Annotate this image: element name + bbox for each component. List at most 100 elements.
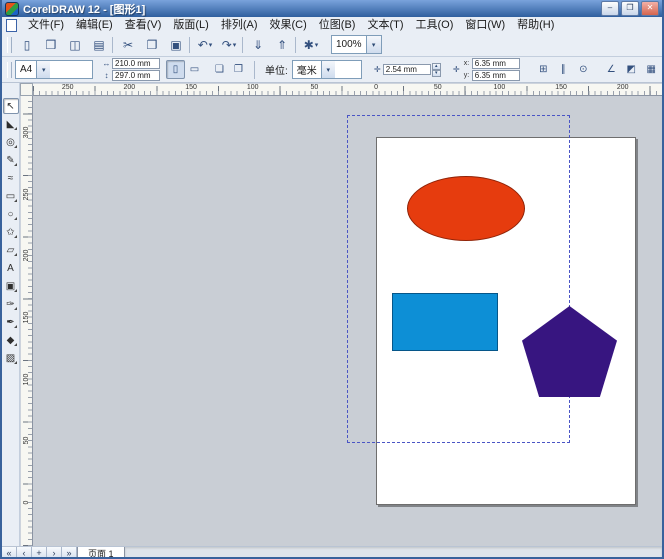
redo-button[interactable]: ↷ ▾ [218, 34, 243, 56]
duplicate-x-field[interactable]: 6.35 mm [471, 58, 520, 69]
maximize-button[interactable]: ❐ [621, 1, 639, 16]
undo-button[interactable]: ↶ ▾ [194, 34, 216, 56]
menu-item[interactable]: 编辑(E) [70, 18, 119, 33]
close-button[interactable]: ✕ [641, 1, 659, 16]
window-title: CorelDRAW 12 - [图形1] [23, 3, 146, 16]
snap-to-objects-button[interactable]: ⊙ [574, 60, 593, 79]
page-tab[interactable]: 页面 1 [77, 547, 125, 557]
snap-to-objects-icon: ⊙ [579, 64, 588, 75]
dropdown-arrow-icon[interactable]: ▾ [315, 41, 319, 49]
coreldraw-window: CorelDRAW 12 - [图形1] – ❐ ✕ 文件(F) 编辑(E) 查看(V)… [0, 0, 664, 559]
eyedropper-tool[interactable]: ✑ [3, 296, 19, 312]
menu-item[interactable]: 排列(A) [215, 18, 264, 33]
first-page-button[interactable]: « [2, 547, 17, 557]
open-document-button[interactable]: ❒ [40, 34, 62, 56]
export-button[interactable]: ⇑ [271, 34, 296, 56]
rectangle-shape[interactable] [392, 293, 498, 351]
chevron-down-icon[interactable]: ▾ [36, 61, 51, 78]
menu-item[interactable]: 效果(C) [264, 18, 313, 33]
ruler-origin[interactable] [20, 83, 33, 96]
titlebar[interactable]: CorelDRAW 12 - [图形1] – ❐ ✕ [2, 0, 662, 17]
snap-buttons-group: ⊞ ∥ ⊙ ∠ ◩ ▦ [534, 60, 661, 79]
menu-item[interactable]: 文本(T) [361, 18, 409, 33]
rectangle-tool[interactable]: ▭ [3, 188, 19, 204]
ruler-label: 0 [23, 500, 30, 505]
copy-button[interactable]: ❐ [141, 34, 163, 56]
paper-width-field[interactable]: 210.0 mm [112, 58, 160, 69]
nudge-offset-field[interactable]: 2.54 mm [382, 64, 431, 75]
snap-to-guidelines-button[interactable]: ∥ [554, 60, 573, 79]
fill-tool[interactable]: ◆ [3, 332, 19, 348]
application-launcher-button[interactable]: ✱ ▾ [300, 34, 322, 56]
landscape-button[interactable]: ▭ [185, 60, 204, 79]
smart-drawing-tool[interactable]: ≈ [3, 170, 19, 186]
interactive-fill-tool[interactable]: ▨ [3, 350, 19, 366]
ellipse-shape[interactable] [407, 176, 525, 241]
dropdown-arrow-icon[interactable]: ▾ [209, 41, 213, 49]
drawing-canvas[interactable] [33, 96, 662, 546]
set-default-all-pages-button[interactable]: ❏ [210, 60, 229, 79]
maximize-icon: ❐ [626, 3, 634, 12]
interactive-blend-tool[interactable]: ▣ [3, 278, 19, 294]
dropdown-arrow-icon[interactable]: ▾ [233, 41, 237, 49]
snap-to-grid-button[interactable]: ⊞ [534, 60, 553, 79]
ruler-label: 0 [374, 84, 378, 91]
menu-item[interactable]: 窗口(W) [459, 18, 511, 33]
last-page-button[interactable]: » [62, 547, 77, 557]
print-button[interactable]: ▤ [88, 34, 113, 56]
ruler-label: 250 [61, 84, 74, 91]
interactive-blend-tool-icon: ▣ [5, 280, 16, 292]
vertical-ruler[interactable]: 300 250 200 150 100 50 0 [20, 96, 33, 546]
duplicate-y-field[interactable]: 6.35 mm [471, 70, 520, 81]
shape-tool[interactable]: ◣ [3, 116, 19, 132]
units-combobox[interactable]: 毫米 ▾ [291, 60, 362, 79]
save-document-button[interactable]: ◫ [64, 34, 86, 56]
dynamic-guides-button[interactable]: ∠ [602, 60, 621, 79]
propbar-grip[interactable] [7, 61, 12, 78]
minimize-button[interactable]: – [601, 1, 619, 16]
zoom-tool-icon: ◎ [6, 136, 15, 148]
paper-height-field[interactable]: 297.0 mm [112, 70, 160, 81]
zoom-level-combobox[interactable]: 100% ▾ [331, 35, 382, 54]
ruler-label: 100 [23, 373, 30, 385]
print-icon: ▤ [93, 37, 105, 52]
freehand-tool[interactable]: ✎ [3, 152, 19, 168]
spin-up-icon[interactable]: ▴ [431, 62, 441, 70]
portrait-button[interactable]: ▯ [166, 60, 185, 79]
copy-icon: ❐ [146, 37, 158, 52]
prev-page-button[interactable]: ‹ [17, 547, 32, 557]
paper-size-combobox[interactable]: A4 ▾ [15, 60, 93, 79]
menu-item[interactable]: 位图(B) [313, 18, 362, 33]
next-page-button[interactable]: › [47, 547, 62, 557]
menu-item[interactable]: 工具(O) [410, 18, 460, 33]
menu-item[interactable]: 文件(F) [22, 18, 70, 33]
text-tool[interactable]: A [3, 260, 19, 276]
add-page-button[interactable]: + [32, 547, 47, 557]
chevron-down-icon[interactable]: ▾ [320, 61, 335, 78]
polygon-tool[interactable]: ✩ [3, 224, 19, 240]
horizontal-scrollbar-track[interactable] [124, 547, 662, 557]
spin-down-icon[interactable]: ▾ [431, 69, 441, 77]
import-button[interactable]: ⇓ [247, 34, 269, 56]
pick-tool[interactable]: ↖ [2, 98, 19, 114]
menu-item[interactable]: 版面(L) [167, 18, 214, 33]
toolbar-grip[interactable] [7, 36, 12, 53]
zoom-tool[interactable]: ◎ [3, 134, 19, 150]
basic-shapes-tool[interactable]: ▱ [3, 242, 19, 258]
chevron-down-icon[interactable]: ▾ [365, 36, 381, 53]
snap-to-guidelines-icon: ∥ [560, 64, 566, 75]
paste-button[interactable]: ▣ [165, 34, 190, 56]
ellipse-tool-icon: ○ [7, 208, 14, 220]
menu-item[interactable]: 帮助(H) [511, 18, 560, 33]
cut-button[interactable]: ✂ [117, 34, 139, 56]
outline-tool[interactable]: ✒ [3, 314, 19, 330]
horizontal-ruler[interactable]: 250 200 150 100 50 0 50 100 150 200 [33, 83, 662, 96]
page-nav-buttons: « ‹ + › » [2, 547, 77, 557]
treat-as-filled-button[interactable]: ◩ [622, 60, 641, 79]
ellipse-tool[interactable]: ○ [3, 206, 19, 222]
new-document-button[interactable]: ▯ [16, 34, 38, 56]
menu-item[interactable]: 查看(V) [119, 18, 168, 33]
set-default-current-page-button[interactable]: ❐ [229, 60, 248, 79]
draw-complex-objects-button[interactable]: ▦ [642, 60, 661, 79]
polygon-tool-icon: ✩ [6, 226, 15, 238]
